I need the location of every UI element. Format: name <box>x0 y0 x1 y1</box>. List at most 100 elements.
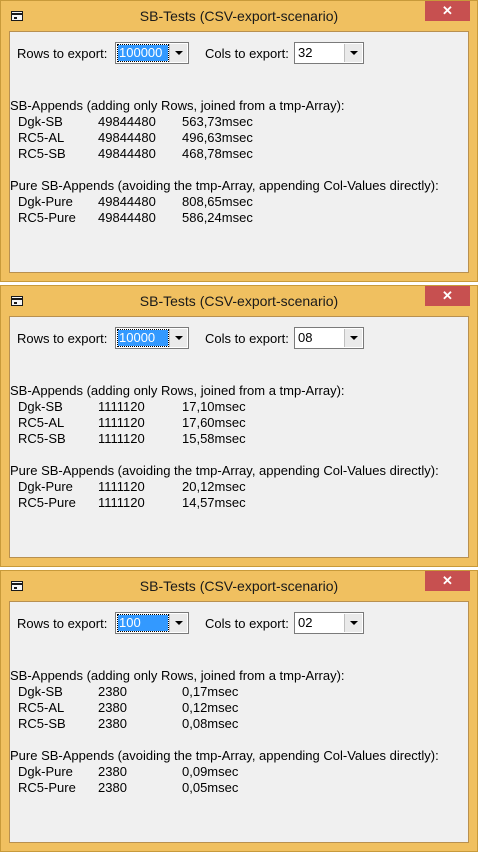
method-name: RC5-Pure <box>18 495 76 510</box>
title-bar[interactable]: SB-Tests (CSV-export-scenario) ✕ <box>1 1 477 31</box>
window-3: SB-Tests (CSV-export-scenario) ✕ Rows to… <box>0 570 478 852</box>
chevron-down-icon[interactable] <box>344 44 362 62</box>
method-name: Dgk-SB <box>18 399 63 414</box>
result-count: 49844480 <box>98 146 156 161</box>
method-name: RC5-AL <box>18 415 65 430</box>
result-count: 2380 <box>98 780 127 795</box>
cols-to-export-value[interactable]: 32 <box>297 45 343 61</box>
client-area: Rows to export: 10000 Cols to export: 08… <box>9 316 469 558</box>
result-row: RC5-Pure 1111120 14,57msec <box>18 495 318 511</box>
result-time: 496,63msec <box>182 130 253 145</box>
result-count: 1111120 <box>98 495 145 510</box>
result-row: Dgk-Pure 49844480 808,65msec <box>18 194 318 210</box>
cols-to-export-label: Cols to export: <box>205 616 289 631</box>
result-row: RC5-Pure 2380 0,05msec <box>18 780 318 796</box>
result-count: 2380 <box>98 684 127 699</box>
result-time: 563,73msec <box>182 114 253 129</box>
rows-to-export-value[interactable]: 100 <box>117 614 169 632</box>
cols-to-export-combo[interactable]: 08 <box>294 327 364 349</box>
result-time: 0,12msec <box>182 700 239 715</box>
method-name: Dgk-SB <box>18 114 63 129</box>
result-time: 14,57msec <box>182 495 246 510</box>
cols-to-export-combo[interactable]: 32 <box>294 42 364 64</box>
method-name: RC5-Pure <box>18 210 76 225</box>
result-time: 468,78msec <box>182 146 253 161</box>
client-area: Rows to export: 100 Cols to export: 02 S… <box>9 601 469 843</box>
result-row: RC5-AL 2380 0,12msec <box>18 700 318 716</box>
method-name: Dgk-Pure <box>18 479 73 494</box>
pure-sb-appends-heading: Pure SB-Appends (avoiding the tmp-Array,… <box>10 748 439 763</box>
cols-to-export-value[interactable]: 08 <box>297 330 343 346</box>
method-name: RC5-AL <box>18 700 65 715</box>
result-row: Dgk-SB 1111120 17,10msec <box>18 399 318 415</box>
chevron-down-icon[interactable] <box>169 329 187 347</box>
method-name: RC5-SB <box>18 431 66 446</box>
result-time: 17,10msec <box>182 399 246 414</box>
result-row: RC5-SB 2380 0,08msec <box>18 716 318 732</box>
rows-to-export-value[interactable]: 10000 <box>117 329 169 347</box>
result-row: RC5-SB 49844480 468,78msec <box>18 146 318 162</box>
result-count: 49844480 <box>98 210 156 225</box>
result-time: 0,09msec <box>182 764 239 779</box>
sb-appends-heading: SB-Appends (adding only Rows, joined fro… <box>10 383 345 398</box>
method-name: RC5-SB <box>18 716 66 731</box>
result-count: 1111120 <box>98 415 145 430</box>
method-name: Dgk-Pure <box>18 764 73 779</box>
title-bar[interactable]: SB-Tests (CSV-export-scenario) ✕ <box>1 571 477 601</box>
client-area: Rows to export: 100000 Cols to export: 3… <box>9 31 469 273</box>
close-button[interactable]: ✕ <box>425 571 470 591</box>
result-time: 0,17msec <box>182 684 239 699</box>
method-name: RC5-SB <box>18 146 66 161</box>
window-title: SB-Tests (CSV-export-scenario) <box>139 578 339 594</box>
rows-to-export-combo[interactable]: 10000 <box>115 327 189 349</box>
method-name: Dgk-Pure <box>18 194 73 209</box>
rows-to-export-combo[interactable]: 100 <box>115 612 189 634</box>
chevron-down-icon[interactable] <box>169 44 187 62</box>
result-count: 49844480 <box>98 130 156 145</box>
sb-appends-heading: SB-Appends (adding only Rows, joined fro… <box>10 668 345 683</box>
result-count: 2380 <box>98 764 127 779</box>
result-time: 0,05msec <box>182 780 239 795</box>
result-row: RC5-AL 49844480 496,63msec <box>18 130 318 146</box>
result-row: Dgk-Pure 1111120 20,12msec <box>18 479 318 495</box>
result-count: 49844480 <box>98 194 156 209</box>
result-row: RC5-SB 1111120 15,58msec <box>18 431 318 447</box>
window-title: SB-Tests (CSV-export-scenario) <box>139 8 339 24</box>
cols-to-export-value[interactable]: 02 <box>297 615 343 631</box>
result-time: 808,65msec <box>182 194 253 209</box>
rows-to-export-value[interactable]: 100000 <box>117 44 169 62</box>
result-time: 586,24msec <box>182 210 253 225</box>
method-name: RC5-AL <box>18 130 65 145</box>
rows-to-export-label: Rows to export: <box>17 616 108 631</box>
result-row: RC5-AL 1111120 17,60msec <box>18 415 318 431</box>
result-time: 20,12msec <box>182 479 246 494</box>
result-count: 1111120 <box>98 399 145 414</box>
window-2: SB-Tests (CSV-export-scenario) ✕ Rows to… <box>0 285 478 567</box>
cols-to-export-label: Cols to export: <box>205 46 289 61</box>
result-row: RC5-Pure 49844480 586,24msec <box>18 210 318 226</box>
chevron-down-icon[interactable] <box>169 614 187 632</box>
chevron-down-icon[interactable] <box>344 329 362 347</box>
result-row: Dgk-Pure 2380 0,09msec <box>18 764 318 780</box>
title-bar[interactable]: SB-Tests (CSV-export-scenario) ✕ <box>1 286 477 316</box>
cols-to-export-combo[interactable]: 02 <box>294 612 364 634</box>
method-name: RC5-Pure <box>18 780 76 795</box>
result-count: 49844480 <box>98 114 156 129</box>
close-button[interactable]: ✕ <box>425 286 470 306</box>
method-name: Dgk-SB <box>18 684 63 699</box>
rows-to-export-label: Rows to export: <box>17 46 108 61</box>
close-button[interactable]: ✕ <box>425 1 470 21</box>
result-row: Dgk-SB 49844480 563,73msec <box>18 114 318 130</box>
window-title: SB-Tests (CSV-export-scenario) <box>139 293 339 309</box>
result-count: 2380 <box>98 700 127 715</box>
result-count: 1111120 <box>98 431 145 446</box>
rows-to-export-combo[interactable]: 100000 <box>115 42 189 64</box>
rows-to-export-label: Rows to export: <box>17 331 108 346</box>
result-time: 0,08msec <box>182 716 239 731</box>
result-time: 15,58msec <box>182 431 246 446</box>
result-count: 2380 <box>98 716 127 731</box>
cols-to-export-label: Cols to export: <box>205 331 289 346</box>
pure-sb-appends-heading: Pure SB-Appends (avoiding the tmp-Array,… <box>10 463 439 478</box>
chevron-down-icon[interactable] <box>344 614 362 632</box>
result-time: 17,60msec <box>182 415 246 430</box>
